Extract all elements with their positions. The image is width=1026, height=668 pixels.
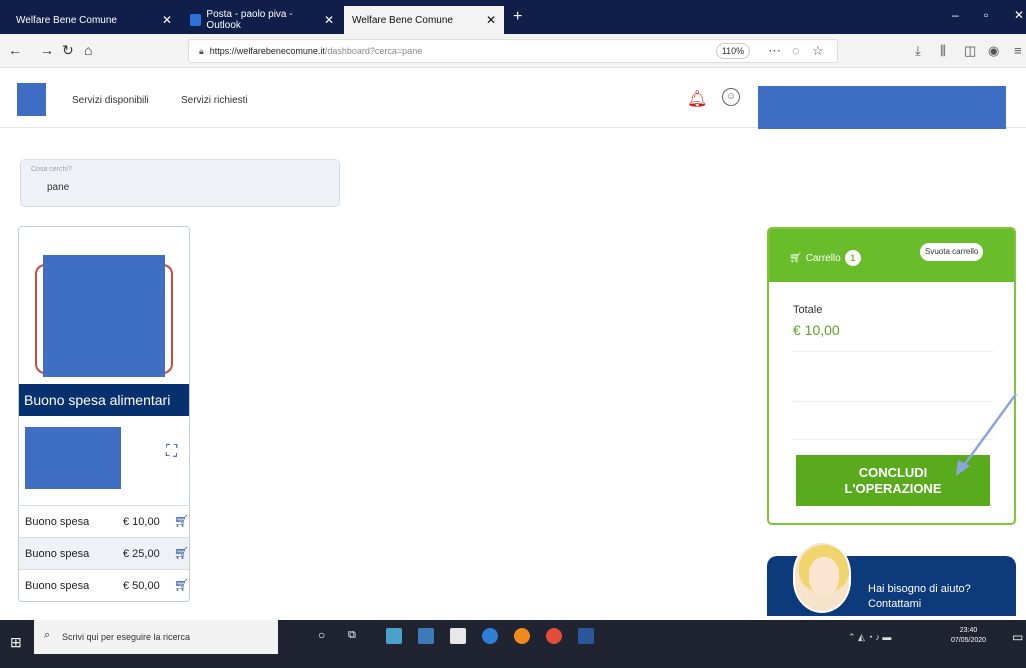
app-header: Servizi disponibili Servizi richiesti 🔔︎…	[0, 68, 1026, 129]
browser-nav-bar: ← → ↻ ⌂ 🔒︎ https://welfarebenecomune.it …	[0, 34, 1026, 68]
add-to-cart-icon[interactable]: 🛒︎	[174, 578, 189, 592]
presentation-icon[interactable]: ⛶	[166, 443, 177, 461]
cart-icon: 🛒︎	[789, 252, 802, 264]
nav-servizi-richiesti[interactable]: Servizi richiesti	[181, 95, 248, 106]
item-price: € 50,00	[123, 580, 160, 592]
library-icon[interactable]: ⫼	[940, 43, 946, 59]
windows-taskbar: ⊞ ⌕ Scrivi qui per eseguire la ricerca ○…	[0, 620, 1026, 668]
avatar-face	[809, 557, 839, 595]
cart-title: 🛒︎ Carrello 1	[789, 250, 861, 266]
item-name: Buono spesa	[25, 516, 90, 528]
clock[interactable]: 23:40 07/05/2020	[951, 626, 986, 646]
product-details-redacted	[25, 427, 121, 489]
maximize-icon[interactable]: ▫	[984, 8, 988, 22]
product-image-redacted	[43, 255, 165, 377]
tab-welfare-1[interactable]: Welfare Bene Comune ✕	[8, 6, 180, 34]
search-icon: ⌕	[44, 629, 51, 641]
bookmark-star-icon[interactable]: ☆	[812, 43, 824, 59]
price-row: Buono spesa € 10,00 🛒︎	[19, 505, 189, 537]
price-row: Buono spesa € 25,00 🛒︎	[19, 537, 189, 569]
reload-icon[interactable]: ↻	[62, 42, 74, 59]
store-icon[interactable]	[450, 628, 466, 644]
cart-header: 🛒︎ Carrello 1 Svuota carrello	[769, 229, 1014, 282]
taskbar-search-placeholder: Scrivi qui per eseguire la ricerca	[62, 632, 191, 642]
help-line-2: Contattami	[868, 598, 922, 610]
tab-welfare-active[interactable]: Welfare Bene Comune ✕	[344, 6, 504, 34]
tab-label: Posta - paolo piva - Outlook	[206, 9, 293, 31]
tab-close-icon[interactable]: ✕	[486, 13, 496, 27]
new-tab-button[interactable]: +	[513, 8, 522, 26]
browser-tab-bar: Welfare Bene Comune ✕ Posta - paolo piva…	[0, 0, 1026, 34]
user-icon[interactable]: ☺	[722, 88, 740, 106]
add-to-cart-icon[interactable]: 🛒︎	[174, 546, 189, 560]
empty-cart-button[interactable]: Svuota carrello	[920, 243, 984, 261]
checkout-label-1: CONCLUDI	[858, 464, 928, 480]
download-icon[interactable]: ⤓	[915, 43, 921, 59]
word-icon[interactable]	[578, 628, 594, 644]
tab-outlook[interactable]: Posta - paolo piva - Outlook ✕	[182, 6, 342, 34]
help-line-1: Hai bisogno di aiuto?	[868, 583, 971, 595]
app-icon-1[interactable]	[386, 628, 402, 644]
item-name: Buono spesa	[25, 548, 90, 560]
tab-close-icon[interactable]: ✕	[324, 13, 334, 27]
search-label: Cosa cerchi?	[31, 166, 72, 173]
add-to-cart-icon[interactable]: 🛒︎	[174, 514, 189, 528]
screen: Welfare Bene Comune ✕ Posta - paolo piva…	[0, 0, 1026, 668]
back-icon[interactable]: ←	[8, 42, 22, 58]
forward-icon[interactable]: →	[40, 42, 54, 58]
help-text[interactable]: Hai bisogno di aiuto? Contattami	[868, 582, 971, 612]
app-icon-2[interactable]	[418, 628, 434, 644]
lock-icon: 🔒︎	[199, 45, 204, 56]
cart-title-label: Carrello	[805, 252, 841, 264]
product-card: Buono spesa alimentari ⛶ Buono spesa € 1…	[18, 226, 190, 602]
total-value: € 10,00	[793, 322, 840, 338]
total-label: Totale	[793, 304, 823, 316]
notifications-icon[interactable]: ▭	[1012, 630, 1023, 644]
url-path: /dashboard?cerca=pane	[324, 46, 423, 56]
annotation-arrow	[956, 393, 1018, 476]
firefox-icon[interactable]	[514, 628, 530, 644]
product-title: Buono spesa alimentari	[19, 384, 189, 416]
search-input[interactable]: Cosa cerchi? pane	[20, 159, 340, 207]
checkout-label-2: L'OPERAZIONE	[844, 480, 942, 496]
tab-label: Welfare Bene Comune	[352, 14, 453, 26]
tray-icons[interactable]: ⌃ ◭ ◔ ♪ ▬	[848, 632, 891, 643]
minimize-icon[interactable]: –	[952, 8, 959, 22]
tab-label: Welfare Bene Comune	[16, 14, 117, 26]
menu-icon[interactable]: ≡	[1014, 43, 1022, 58]
windows-start-icon[interactable]: ⊞	[10, 634, 22, 651]
assistant-avatar[interactable]	[793, 541, 851, 613]
pocket-icon[interactable]: ◌	[792, 43, 800, 58]
nav-servizi-disponibili[interactable]: Servizi disponibili	[72, 95, 149, 106]
home-icon[interactable]: ⌂	[84, 42, 92, 58]
divider	[793, 351, 993, 352]
user-info-redacted	[758, 86, 1006, 129]
search-value: pane	[47, 182, 70, 193]
taskbar-search[interactable]: ⌕ Scrivi qui per eseguire la ricerca	[34, 620, 278, 654]
chrome-icon[interactable]	[546, 628, 562, 644]
outlook-icon	[190, 14, 202, 26]
close-window-icon[interactable]: ✕	[1014, 8, 1024, 22]
edge-icon[interactable]	[482, 628, 498, 644]
task-view-icon[interactable]: ⧉	[348, 629, 356, 642]
item-price: € 25,00	[123, 548, 160, 560]
tab-close-icon[interactable]: ✕	[162, 13, 172, 27]
url-host: https://welfarebenecomune.it	[209, 46, 325, 56]
logo-redacted[interactable]	[17, 83, 46, 116]
extension-icon[interactable]: ◉	[988, 43, 999, 59]
item-price: € 10,00	[123, 516, 160, 528]
sidebar-icon[interactable]: ◫	[964, 43, 976, 59]
price-row: Buono spesa € 50,00 🛒︎	[19, 569, 189, 601]
cart-panel: 🛒︎ Carrello 1 Svuota carrello Totale € 1…	[767, 227, 1016, 525]
notification-bell-icon[interactable]: 🔔︎	[687, 89, 707, 109]
clock-time: 23:40	[959, 627, 978, 634]
cart-count-badge: 1	[844, 250, 861, 266]
cortana-icon[interactable]: ○	[318, 628, 325, 642]
page-actions-icon[interactable]: ⋯	[768, 43, 781, 59]
zoom-level[interactable]: 110%	[716, 43, 750, 59]
clock-date: 07/05/2020	[951, 637, 987, 644]
item-name: Buono spesa	[25, 580, 90, 592]
